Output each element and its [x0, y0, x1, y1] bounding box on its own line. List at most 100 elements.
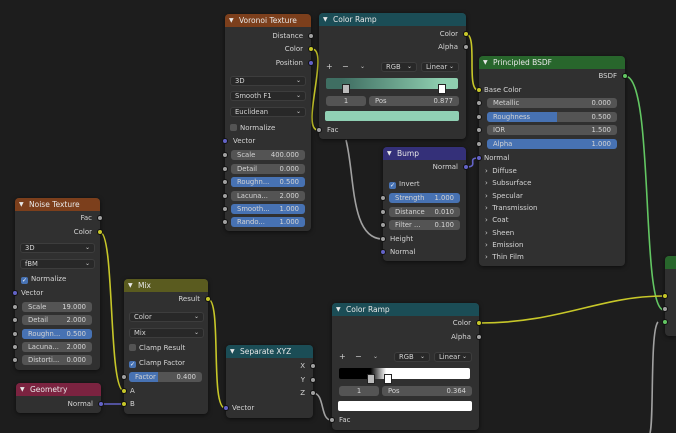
normalize-checkbox[interactable]: Normalize [230, 123, 275, 133]
stop-position-field[interactable]: Pos 0.877 [369, 96, 459, 106]
smoothness-field[interactable]: Smooth... 1.000 [231, 204, 305, 214]
socket-normal-out[interactable] [463, 164, 469, 170]
stop-index-field[interactable]: 1 [326, 96, 366, 106]
invert-checkbox[interactable]: ✓ Invert [389, 179, 420, 189]
panel-coat[interactable]: › Coat [485, 215, 508, 225]
socket-base-color[interactable] [476, 87, 482, 93]
add-stop-icon[interactable]: + [339, 352, 346, 362]
socket-distance[interactable] [308, 33, 314, 39]
normalize-checkbox[interactable]: ✓ Normalize [21, 274, 66, 284]
color-stop-handle-active[interactable] [384, 374, 392, 384]
chevron-down-icon[interactable]: ▼ [20, 383, 25, 396]
chevron-down-icon[interactable]: ▼ [483, 56, 488, 69]
clamp-result-checkbox[interactable]: Clamp Result [129, 343, 185, 353]
socket-bsdf[interactable] [622, 73, 628, 79]
socket-factor[interactable] [121, 374, 127, 380]
chevron-down-icon[interactable]: ⌄ [373, 352, 378, 362]
geometry-header[interactable]: ▼ Geometry [16, 383, 101, 396]
socket-ior[interactable] [476, 127, 482, 133]
color-stop-handle-active[interactable] [438, 84, 446, 94]
color-ramp-node-2[interactable]: ▼ Color Ramp Color Alpha + − ⌄ RGB ⌄ Linea… [329, 303, 482, 430]
lacunarity-field[interactable]: Lacuna... 2.000 [22, 342, 92, 352]
socket-displacement[interactable] [662, 319, 668, 325]
scale-field[interactable]: Scale 19.000 [22, 302, 92, 312]
voronoi-texture-node[interactable]: ▼ Voronoi Texture Distance Color Position… [222, 14, 314, 231]
mix-header[interactable]: ▼ Mix [124, 279, 208, 292]
socket-vector[interactable] [12, 290, 18, 296]
socket-alpha[interactable] [463, 44, 469, 50]
socket-a[interactable] [121, 388, 127, 394]
chevron-down-icon[interactable]: ⌄ [360, 62, 365, 72]
socket-detail[interactable] [12, 317, 18, 323]
color-stop-handle[interactable] [342, 84, 350, 94]
panel-transmission[interactable]: › Transmission [485, 203, 538, 213]
geometry-node[interactable]: ▼ Geometry Normal [16, 383, 104, 413]
ior-field[interactable]: IOR 1.500 [487, 125, 617, 135]
socket-roughness[interactable] [12, 331, 18, 337]
distance-field[interactable]: Distance 0.010 [389, 207, 460, 217]
noise-texture-node[interactable]: ▼ Noise Texture Fac Color 3D ⌄ fBM ⌄ ✓ Norma… [12, 198, 103, 370]
remove-stop-icon[interactable]: − [342, 62, 349, 72]
chevron-down-icon[interactable]: ▼ [230, 345, 235, 358]
bsdf-header[interactable]: ▼ Principled BSDF [479, 56, 625, 69]
mix-node[interactable]: ▼ Mix Result Color ⌄ Mix ⌄ Clamp Result ✓ Cl… [121, 279, 211, 414]
color-ramp-1-header[interactable]: ▼ Color Ramp [319, 13, 466, 26]
socket-lacunarity[interactable] [12, 344, 18, 350]
roughness-field[interactable]: Roughn... 0.500 [231, 177, 305, 187]
socket-position[interactable] [308, 60, 314, 66]
socket-randomness[interactable] [222, 219, 228, 225]
gradient-bar[interactable] [339, 368, 470, 379]
color-mode-dropdown[interactable]: RGB ⌄ [394, 352, 430, 362]
dimensions-dropdown[interactable]: 3D ⌄ [20, 243, 95, 253]
socket-alpha[interactable] [476, 334, 482, 340]
detail-field[interactable]: Detail 0.000 [231, 164, 305, 174]
stop-position-field[interactable]: Pos 0.364 [382, 386, 472, 396]
socket-strength[interactable] [380, 195, 386, 201]
socket-filter-width[interactable] [380, 222, 386, 228]
socket-color[interactable] [308, 46, 314, 52]
distortion-field[interactable]: Distorti... 0.000 [22, 355, 92, 365]
color-stop-handle[interactable] [367, 374, 375, 384]
roughness-field[interactable]: Roughn... 0.500 [22, 329, 92, 339]
socket-height[interactable] [380, 236, 386, 242]
chevron-down-icon[interactable]: ▼ [323, 13, 328, 26]
chevron-down-icon[interactable]: ▼ [128, 279, 133, 292]
interpolation-dropdown[interactable]: Linear ⌄ [421, 62, 459, 72]
socket-distance[interactable] [380, 209, 386, 215]
socket-scale[interactable] [12, 304, 18, 310]
lacunarity-field[interactable]: Lacuna... 2.000 [231, 191, 305, 201]
panel-diffuse[interactable]: › Diffuse [485, 166, 517, 176]
color-mode-dropdown[interactable]: RGB ⌄ [381, 62, 417, 72]
socket-smoothness[interactable] [222, 206, 228, 212]
color-ramp-2-header[interactable]: ▼ Color Ramp [332, 303, 479, 316]
socket-color[interactable] [476, 320, 482, 326]
panel-subsurface[interactable]: › Subsurface [485, 178, 531, 188]
socket-scale[interactable] [222, 152, 228, 158]
socket-color[interactable] [463, 31, 469, 37]
socket-volume[interactable] [662, 306, 668, 312]
stop-color-swatch[interactable] [338, 401, 472, 411]
interpolation-dropdown[interactable]: Linear ⌄ [434, 352, 472, 362]
remove-stop-icon[interactable]: − [355, 352, 362, 362]
socket-surface[interactable] [662, 293, 668, 299]
socket-metallic[interactable] [476, 100, 482, 106]
blend-mode-dropdown[interactable]: Mix ⌄ [129, 328, 204, 338]
randomness-field[interactable]: Rando... 1.000 [231, 217, 305, 227]
scale-field[interactable]: Scale 400.000 [231, 150, 305, 160]
socket-x[interactable] [310, 363, 316, 369]
socket-alpha[interactable] [476, 141, 482, 147]
panel-thin-film[interactable]: › Thin Film [485, 252, 524, 262]
socket-fac[interactable] [329, 417, 335, 423]
feature-dropdown[interactable]: Smooth F1 ⌄ [230, 91, 306, 101]
voronoi-header[interactable]: ▼ Voronoi Texture [225, 14, 311, 27]
roughness-field[interactable]: Roughness 0.500 [487, 112, 617, 122]
panel-sheen[interactable]: › Sheen [485, 228, 514, 238]
bump-header[interactable]: ▼ Bump [383, 147, 466, 160]
add-stop-icon[interactable]: + [326, 62, 333, 72]
noise-header[interactable]: ▼ Noise Texture [15, 198, 100, 211]
stop-color-swatch[interactable] [325, 111, 459, 121]
bump-node[interactable]: ▼ Bump Normal ✓ Invert Strength 1.000 Dista… [380, 147, 469, 261]
separate-xyz-node[interactable]: ▼ Separate XYZ X Y Z Vector [223, 345, 316, 418]
socket-fac[interactable] [97, 215, 103, 221]
socket-z[interactable] [310, 390, 316, 396]
